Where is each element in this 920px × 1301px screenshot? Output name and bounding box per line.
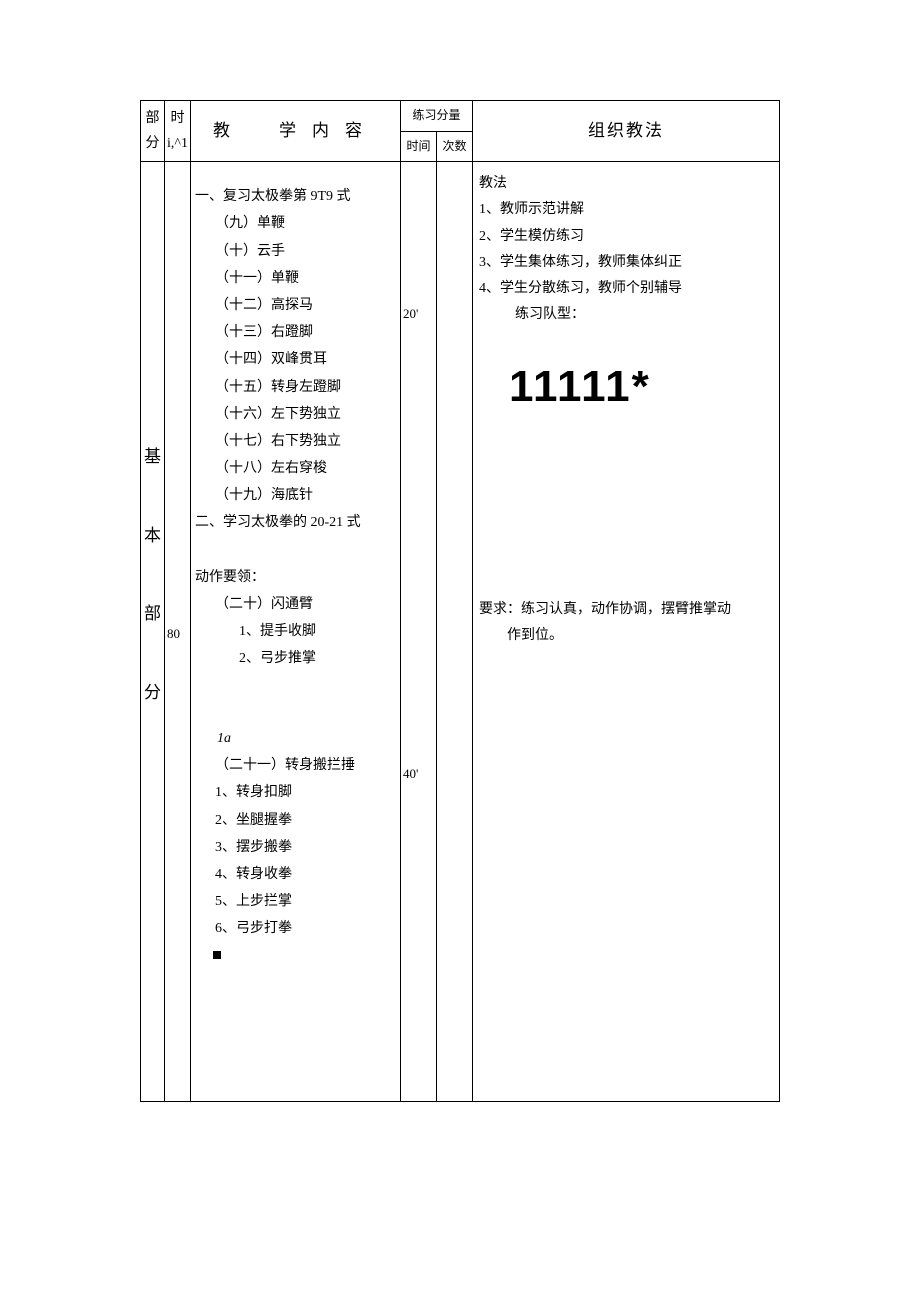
move-10: （十）云手 [195,239,396,264]
move-16: （十六）左下势独立 [195,402,396,427]
move-14: （十四）双峰贯耳 [195,347,396,372]
part-char-2: 本 [141,521,164,552]
lesson-plan-page: 部 分 时 i,^1 教 学内容 练习分量 组织教法 时间 次数 基 本 部 分 [0,0,920,1162]
move-20-step-2: 2、弓步推掌 [195,646,396,671]
teaching-step-3: 3、学生集体练习，教师集体纠正 [479,250,773,275]
teaching-label: 教法 [479,171,773,196]
section2-title: 二、学习太极拳的 20-21 式 [195,510,396,535]
header-row-1: 部 分 时 i,^1 教 学内容 练习分量 组织教法 [141,101,780,132]
move-12: （十二）高探马 [195,293,396,318]
part-cell: 基 本 部 分 [141,162,165,1102]
move-21-step-4: 4、转身收拳 [195,862,396,887]
move-17: （十七）右下势独立 [195,429,396,454]
practice-count-cell [436,162,472,1102]
header-time-line2: i,^1 [167,136,188,151]
move-19: （十九）海底针 [195,483,396,508]
practice-time-2: 40' [403,762,418,785]
requirement-line1: 要求：练习认真，动作协调，摆臂推掌动 [479,597,773,622]
header-practice-count: 次数 [436,131,472,162]
header-part-line1: 部 [146,111,160,126]
practice-time-cell: 20' 40' [400,162,436,1102]
square-bullet-icon [213,951,221,959]
move-15: （十五）转身左蹬脚 [195,375,396,400]
section1-title: 一、复习太极拳第 9T9 式 [195,184,396,209]
requirement-line2: 作到位。 [479,623,773,648]
header-time-outer: 时 i,^1 [165,101,191,162]
teaching-step-2: 2、学生模仿练习 [479,224,773,249]
move-13: （十三）右蹬脚 [195,320,396,345]
part-char-4: 分 [141,678,164,709]
time-outer-value: 80 [167,622,180,645]
move-9: （九）单鞭 [195,211,396,236]
body-row: 基 本 部 分 80 一、复习太极拳第 9T9 式 （九）单鞭 （十）云手 （十… [141,162,780,1102]
time-outer-cell: 80 [165,162,191,1102]
part-char-1: 基 [141,442,164,473]
action-label: 动作要领： [195,565,396,590]
header-practice-amount: 练习分量 [400,101,472,132]
teaching-step-4: 4、学生分散练习，教师个别辅导 [479,276,773,301]
formation-text: 11111* [509,347,773,426]
part-char-3: 部 [141,599,164,630]
move-20-title: （二十）闪通臂 [195,592,396,617]
header-part-line2: 分 [146,136,160,151]
content-cell: 一、复习太极拳第 9T9 式 （九）单鞭 （十）云手 （十一）单鞭 （十二）高探… [190,162,400,1102]
note-1a: 1a [195,726,396,751]
header-time-line1: 时 [170,111,184,126]
header-part: 部 分 [141,101,165,162]
lesson-table: 部 分 时 i,^1 教 学内容 练习分量 组织教法 时间 次数 基 本 部 分 [140,100,780,1102]
header-content: 教 学内容 [190,101,400,162]
move-11: （十一）单鞭 [195,266,396,291]
move-21-step-1: 1、转身扣脚 [195,780,396,805]
formation-label: 练习队型： [479,302,773,327]
move-18: （十八）左右穿梭 [195,456,396,481]
move-21-step-5: 5、上步拦掌 [195,889,396,914]
practice-time-1: 20' [403,302,418,325]
teaching-step-1: 1、教师示范讲解 [479,197,773,222]
move-21-title: （二十一）转身搬拦捶 [195,753,396,778]
header-practice-time: 时间 [400,131,436,162]
move-21-step-2: 2、坐腿握拳 [195,808,396,833]
move-21-step-6: 6、弓步打拳 [195,916,396,941]
header-method: 组织教法 [472,101,779,162]
move-21-step-3: 3、摆步搬拳 [195,835,396,860]
move-20-step-1: 1、提手收脚 [195,619,396,644]
requirement-block: 要求：练习认真，动作协调，摆臂推掌动 作到位。 [479,597,773,648]
method-cell: 教法 1、教师示范讲解 2、学生模仿练习 3、学生集体练习，教师集体纠正 4、学… [472,162,779,1102]
